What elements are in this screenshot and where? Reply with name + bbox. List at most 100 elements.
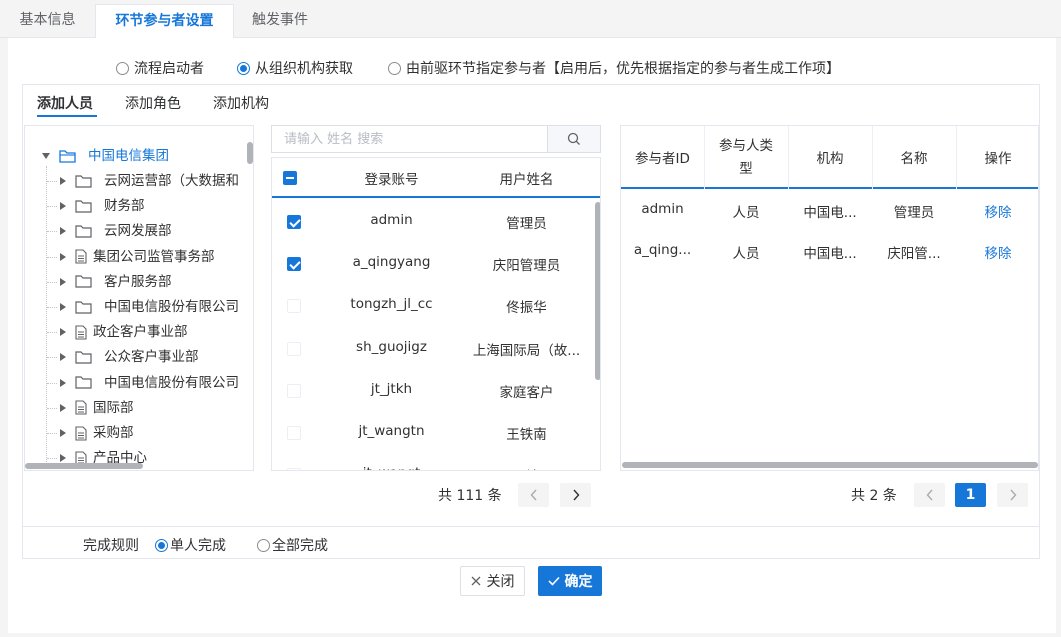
cell-account: jt_wangt: [324, 465, 459, 470]
row-checkbox[interactable]: [287, 426, 301, 440]
tree-guide-line: [47, 407, 57, 409]
cell-account: jt_jtkh: [370, 380, 413, 397]
user-table-total: 共 111 条: [438, 488, 502, 504]
selected-next-page-button[interactable]: [997, 483, 1028, 507]
table-row[interactable]: a_qingyang 庆阳管理员: [272, 242, 600, 284]
expand-caret-icon[interactable]: [60, 303, 66, 311]
remove-link[interactable]: 移除: [960, 242, 1036, 262]
search-button[interactable]: [547, 125, 601, 153]
tab-participant-settings[interactable]: 环节参与者设置: [95, 4, 234, 39]
selected-table-horizontal-scrollbar[interactable]: [622, 462, 1038, 468]
row-checkbox[interactable]: [287, 383, 301, 398]
expand-caret-icon[interactable]: [60, 277, 66, 286]
tree-guide-line: [47, 231, 57, 233]
table-row[interactable]: jt_wangt 王涛: [272, 453, 600, 470]
top-tab-bar: 基本信息 环节参与者设置 触发事件: [0, 0, 1061, 39]
tree-node[interactable]: 采购部: [60, 422, 134, 444]
tree-node[interactable]: 财务部: [60, 195, 145, 217]
table-row[interactable]: jt_jtkh 家庭客户: [272, 369, 600, 411]
document-icon: [75, 400, 87, 415]
remove-link[interactable]: 移除: [960, 201, 1036, 221]
tree-guide-line: [47, 357, 57, 359]
cell-username: 上海国际局（故...: [472, 342, 581, 359]
org-tree: 中国电信集团 云网运营部（大数据和财务部云网发展部集团公司监管事务部 客户服务部中…: [24, 125, 254, 471]
selected-page-1-button[interactable]: 1: [955, 483, 986, 507]
chevron-left-icon: [530, 489, 537, 501]
tree-node[interactable]: 中国电信股份有限公司: [60, 372, 239, 394]
tree-horizontal-scrollbar[interactable]: [25, 463, 143, 469]
cell-username: 王铁南: [506, 427, 547, 443]
tree-vertical-scrollbar[interactable]: [247, 142, 253, 164]
row-checkbox[interactable]: [287, 215, 301, 229]
subtab-add-person[interactable]: 添加人员: [37, 93, 93, 113]
row-checkbox[interactable]: [287, 468, 301, 470]
row-checkbox[interactable]: [287, 257, 301, 272]
folder-icon: [75, 300, 92, 314]
tab-basic-info[interactable]: 基本信息: [0, 4, 95, 38]
table-row[interactable]: admin 管理员: [272, 200, 600, 242]
subtab-add-organization[interactable]: 添加机构: [213, 93, 269, 113]
user-next-page-button[interactable]: [560, 483, 591, 507]
tree-node-root[interactable]: 中国电信集团: [42, 145, 169, 167]
tree-node-label: 中国电信股份有限公司: [104, 299, 239, 315]
selected-prev-page-button[interactable]: [914, 483, 945, 507]
expand-caret-icon[interactable]: [42, 153, 50, 159]
expand-caret-icon[interactable]: [60, 328, 66, 337]
cell-username: 庆阳管理员: [492, 258, 561, 275]
tree-guide-line: [47, 332, 57, 334]
tree-node-label: 国际部: [93, 399, 134, 416]
tree-node[interactable]: 国际部: [60, 397, 134, 419]
table-row[interactable]: jt_wangtn 王铁南: [272, 411, 600, 453]
search-input[interactable]: [271, 125, 547, 153]
radio-from-previous-step[interactable]: 由前驱环节指定参与者【启用后，优先根据指定的参与者生成工作项】: [388, 58, 840, 78]
table-row: a_qing... 人员 中国电... 庆阳管... 移除: [621, 232, 1038, 273]
user-prev-page-button[interactable]: [518, 483, 549, 507]
expand-caret-icon[interactable]: [60, 177, 66, 185]
tree-guide-line: [46, 166, 47, 466]
expand-caret-icon[interactable]: [60, 252, 66, 261]
table-row[interactable]: tongzh_jl_cc 佟振华: [272, 284, 600, 326]
close-button[interactable]: 关闭: [460, 566, 525, 596]
row-checkbox[interactable]: [287, 299, 301, 314]
cell-account: admin: [370, 212, 413, 228]
selected-table-header: 参与者ID 参与人类型 机构 名称 操作: [621, 126, 1038, 189]
cell-organization: 中国电...: [803, 246, 857, 262]
radio-single-complete[interactable]: 单人完成: [155, 535, 226, 555]
expand-caret-icon[interactable]: [60, 378, 66, 387]
close-icon: [471, 576, 480, 586]
expand-caret-icon[interactable]: [60, 227, 66, 236]
tree-guide-line: [47, 307, 57, 308]
subtab-add-role[interactable]: 添加角色: [125, 93, 181, 113]
tree-node[interactable]: 公众客户事业部: [60, 346, 199, 368]
table-row[interactable]: sh_guojigz 上海国际局（故...: [272, 327, 600, 369]
radio-indicator: [257, 538, 270, 552]
select-all-checkbox[interactable]: [283, 171, 297, 185]
cell-participant-type: 人员: [732, 246, 760, 262]
confirm-button[interactable]: 确定: [538, 566, 602, 596]
column-header-participant-type: 参与人类型: [719, 138, 773, 177]
radio-all-complete[interactable]: 全部完成: [257, 535, 328, 555]
tree-node-label: 中国电信股份有限公司: [104, 374, 239, 391]
radio-from-organization[interactable]: 从组织机构获取: [237, 58, 353, 78]
radio-process-starter[interactable]: 流程启动者: [116, 58, 204, 78]
tab-trigger-events[interactable]: 触发事件: [234, 4, 326, 38]
expand-caret-icon[interactable]: [60, 403, 66, 412]
tree-guide-line: [47, 382, 57, 384]
expand-caret-icon[interactable]: [60, 454, 66, 463]
tree-node[interactable]: 客户服务部: [60, 271, 172, 293]
cell-account: tongzh_jl_cc: [350, 296, 433, 313]
tree-node[interactable]: 政企客户事业部: [60, 321, 188, 343]
tree-node-label: 云网运营部（大数据和: [104, 173, 239, 189]
tree-node[interactable]: 集团公司监管事务部: [60, 246, 215, 268]
radio-label: 流程启动者: [134, 61, 204, 77]
radio-indicator: [388, 61, 401, 75]
document-icon: [75, 425, 87, 441]
row-checkbox[interactable]: [287, 341, 301, 356]
expand-caret-icon[interactable]: [60, 429, 66, 437]
tree-node[interactable]: 云网发展部: [60, 220, 172, 242]
tree-node[interactable]: 云网运营部（大数据和: [60, 170, 239, 192]
expand-caret-icon[interactable]: [60, 202, 66, 211]
tree-node[interactable]: 中国电信股份有限公司: [60, 296, 239, 318]
expand-caret-icon[interactable]: [60, 353, 66, 362]
user-table-scrollbar[interactable]: [595, 202, 600, 380]
